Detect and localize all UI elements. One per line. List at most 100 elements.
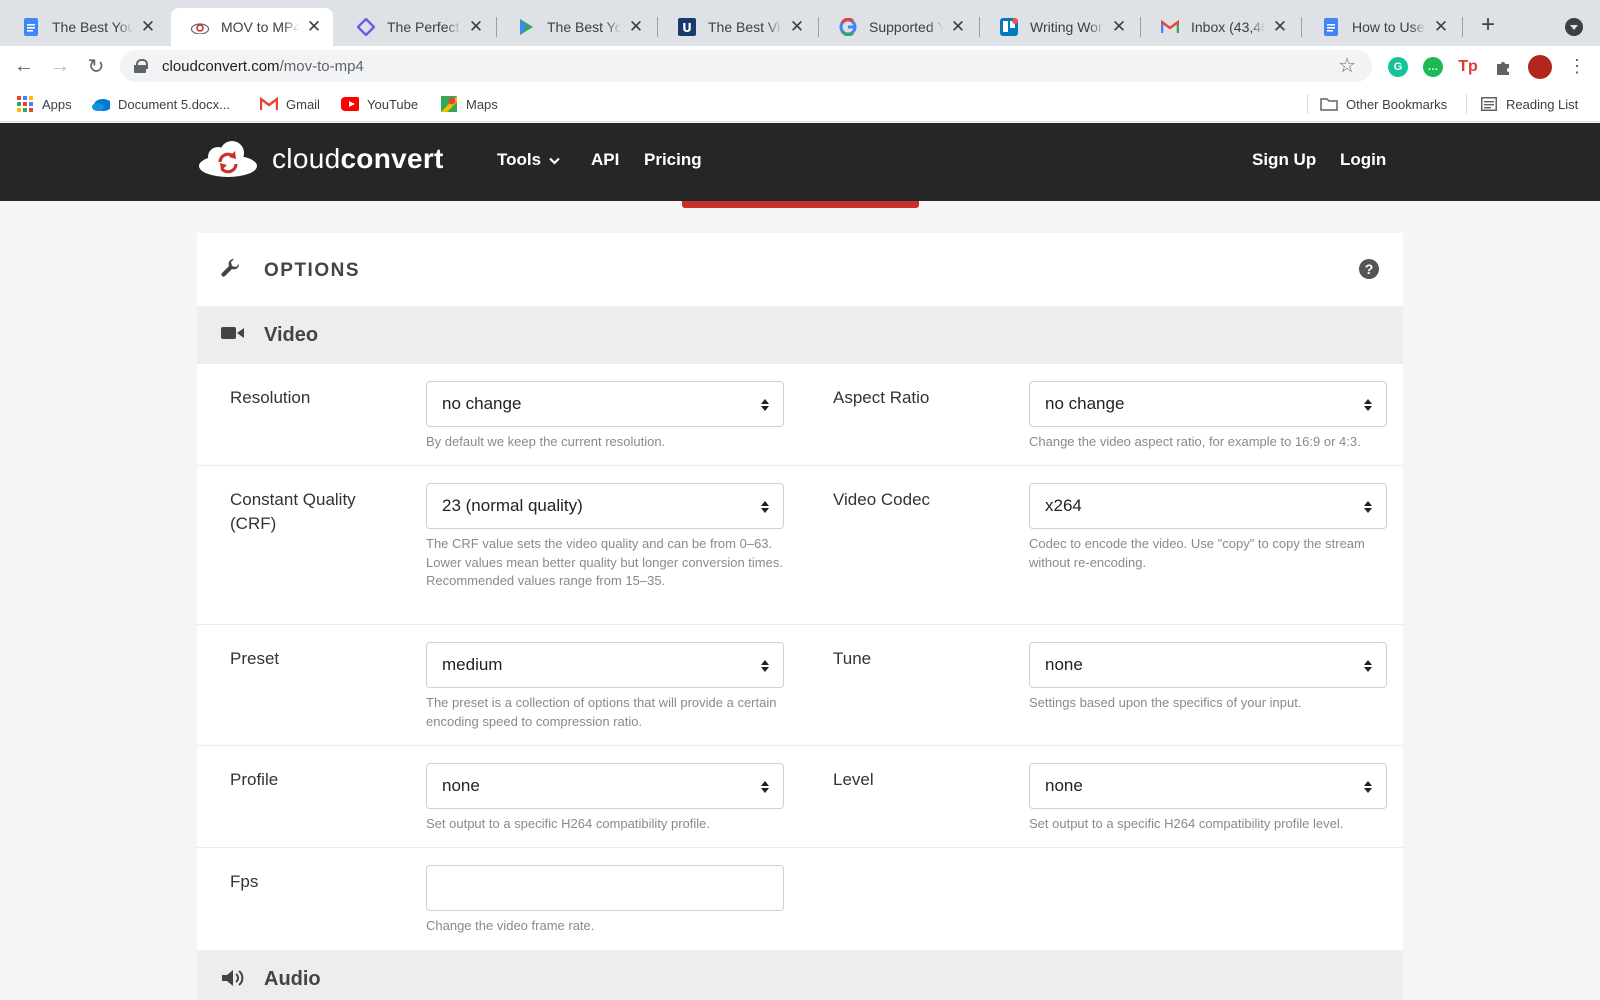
video-camera-icon xyxy=(221,324,245,347)
new-tab-icon[interactable]: + xyxy=(1476,13,1500,38)
nav-api[interactable]: API xyxy=(591,150,619,170)
help-icon[interactable]: ? xyxy=(1359,259,1379,279)
apps-grid-icon xyxy=(16,96,34,112)
select-arrows-icon xyxy=(1364,399,1372,411)
browser-tab[interactable]: The Best YouTube ✕ xyxy=(2,8,167,46)
bookmark-document[interactable]: Document 5.docx... xyxy=(92,94,230,114)
select-arrows-icon xyxy=(761,660,769,672)
bookmark-maps[interactable]: Maps xyxy=(440,94,498,114)
video-codec-help: Codec to encode the video. Use "copy" to… xyxy=(1029,536,1365,570)
select-arrows-icon xyxy=(761,501,769,513)
reload-icon[interactable]: ↻ xyxy=(84,54,108,78)
resolution-select[interactable]: no change xyxy=(426,381,784,427)
nav-tools-label: Tools xyxy=(497,150,542,169)
browser-toolbar: ← → ↻ cloudconvert.com/mov-to-mp4 ☆ G … … xyxy=(0,46,1600,86)
close-tab-icon[interactable]: ✕ xyxy=(949,17,967,36)
gmail-icon xyxy=(1161,18,1179,36)
tp-extension-icon[interactable]: Tp xyxy=(1458,57,1478,77)
bookmark-label: Apps xyxy=(42,96,72,112)
bookmark-gmail[interactable]: Gmail xyxy=(260,94,320,114)
extensions-puzzle-icon[interactable] xyxy=(1493,57,1513,77)
browser-tab-active[interactable]: MOV to MP4 | CloudConvert ✕ xyxy=(171,8,333,46)
video-section-title: Video xyxy=(264,324,319,346)
reading-list-icon xyxy=(1480,96,1498,112)
options-title: OPTIONS xyxy=(264,260,361,281)
browser-tab[interactable]: Inbox (43,460) ✕ xyxy=(1141,8,1299,46)
google-docs-icon xyxy=(1322,18,1340,36)
reading-list-button[interactable]: Reading List xyxy=(1480,94,1578,114)
option-row: Profile none Set output to a specific H2… xyxy=(197,746,1403,848)
fps-input[interactable] xyxy=(426,865,784,911)
close-tab-icon[interactable]: ✕ xyxy=(1432,17,1450,36)
url-text: cloudconvert.com/mov-to-mp4 xyxy=(162,58,364,75)
browser-tab[interactable]: The Perfect YouTube ✕ xyxy=(337,8,495,46)
address-bar[interactable]: cloudconvert.com/mov-to-mp4 ☆ xyxy=(120,50,1372,82)
level-select[interactable]: none xyxy=(1029,763,1387,809)
select-arrows-icon xyxy=(1364,501,1372,513)
select-arrows-icon xyxy=(1364,660,1372,672)
close-tab-icon[interactable]: ✕ xyxy=(139,17,157,36)
profile-select[interactable]: none xyxy=(426,763,784,809)
option-row: Resolution no change By default we keep … xyxy=(197,364,1403,466)
youtube-icon xyxy=(341,96,359,112)
tune-help: Settings based upon the specifics of you… xyxy=(1029,695,1302,710)
bookmark-star-icon[interactable]: ☆ xyxy=(1338,55,1356,77)
browser-tab[interactable]: Supported YouTube ✕ xyxy=(819,8,977,46)
bookmark-label: Other Bookmarks xyxy=(1346,96,1448,112)
close-tab-icon[interactable]: ✕ xyxy=(788,17,806,36)
signup-link[interactable]: Sign Up xyxy=(1252,150,1316,170)
cloudconvert-logo[interactable]: cloudconvert xyxy=(198,140,444,178)
profile-avatar[interactable] xyxy=(1528,55,1552,79)
bookmark-label: Gmail xyxy=(286,96,320,112)
onedrive-cloud-icon xyxy=(92,96,110,112)
tab-label: The Best YouTube xyxy=(547,19,621,35)
chat-extension-icon[interactable]: … xyxy=(1423,57,1443,77)
browser-tab-strip: The Best YouTube ✕ MOV to MP4 | CloudCon… xyxy=(0,0,1600,46)
tune-select[interactable]: none xyxy=(1029,642,1387,688)
aspect-ratio-label: Aspect Ratio xyxy=(833,388,930,407)
lock-icon[interactable] xyxy=(134,59,148,73)
speaker-icon xyxy=(221,968,245,993)
logo-wordmark: cloudconvert xyxy=(272,143,444,175)
url-path: /mov-to-mp4 xyxy=(279,57,364,75)
browser-tab[interactable]: How to Use In ✕ xyxy=(1302,8,1460,46)
browser-tab[interactable]: U The Best Video ✕ xyxy=(658,8,816,46)
forward-arrow-icon[interactable]: → xyxy=(48,54,72,78)
tab-search-icon[interactable] xyxy=(1565,18,1583,36)
crf-select[interactable]: 23 (normal quality) xyxy=(426,483,784,529)
bookmark-label: Reading List xyxy=(1506,96,1579,112)
preset-help: The preset is a collection of options th… xyxy=(426,695,777,729)
aspect-ratio-select[interactable]: no change xyxy=(1029,381,1387,427)
browser-tab[interactable]: The Best YouTube ✕ xyxy=(497,8,655,46)
kebab-menu-icon[interactable]: ⋮ xyxy=(1565,54,1589,78)
login-link[interactable]: Login xyxy=(1340,150,1386,170)
browser-tab[interactable]: Writing Workflow ✕ xyxy=(980,8,1138,46)
convert-button-edge[interactable] xyxy=(682,201,919,208)
bookmark-apps[interactable]: Apps xyxy=(16,94,72,114)
nav-pricing[interactable]: Pricing xyxy=(644,150,702,170)
tab-label: MOV to MP4 | CloudConvert xyxy=(221,19,299,35)
option-row: Constant Quality (CRF) 23 (normal qualit… xyxy=(197,466,1403,625)
back-arrow-icon[interactable]: ← xyxy=(12,54,36,78)
resolution-value: no change xyxy=(442,394,522,413)
video-codec-label: Video Codec xyxy=(833,490,931,509)
close-tab-icon[interactable]: ✕ xyxy=(305,17,323,36)
close-tab-icon[interactable]: ✕ xyxy=(627,17,645,36)
preset-select[interactable]: medium xyxy=(426,642,784,688)
close-tab-icon[interactable]: ✕ xyxy=(1271,17,1289,36)
level-value: none xyxy=(1045,776,1083,795)
chevron-down-icon xyxy=(549,157,560,165)
close-tab-icon[interactable]: ✕ xyxy=(467,17,485,36)
bookmark-divider xyxy=(1466,94,1467,114)
bookmark-youtube[interactable]: YouTube xyxy=(341,94,418,114)
video-section-header: Video xyxy=(197,306,1403,364)
bookmark-label: YouTube xyxy=(367,96,419,112)
level-help: Set output to a specific H264 compatibil… xyxy=(1029,816,1344,831)
fps-label: Fps xyxy=(230,872,259,891)
nav-tools[interactable]: Tools xyxy=(497,150,560,170)
close-tab-icon[interactable]: ✕ xyxy=(1110,17,1128,36)
grammarly-icon[interactable]: G xyxy=(1388,57,1408,77)
video-codec-select[interactable]: x264 xyxy=(1029,483,1387,529)
other-bookmarks-folder[interactable]: Other Bookmarks xyxy=(1320,94,1447,114)
trello-icon xyxy=(1000,18,1018,36)
